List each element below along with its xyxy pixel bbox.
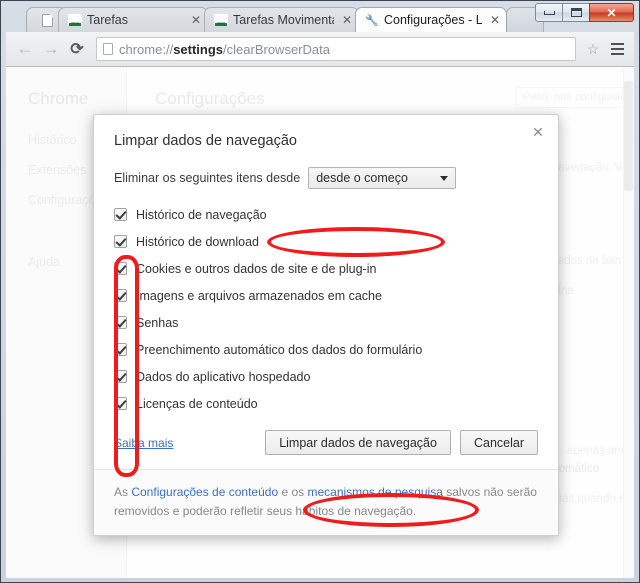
checkbox-icon[interactable] (114, 208, 127, 221)
browser-toolbar: ← → ⟳ chrome://settings/clearBrowserData… (6, 32, 634, 67)
address-bar[interactable]: chrome://settings/clearBrowserData (96, 37, 576, 61)
time-range-value: desde o começo (316, 171, 408, 185)
checkbox-icon[interactable] (114, 235, 127, 248)
close-window-button[interactable]: ✕ (589, 3, 634, 22)
tab-close-icon[interactable]: ✕ (189, 13, 203, 27)
minimize-button[interactable] (535, 3, 563, 22)
address-bar-url: chrome://settings/clearBrowserData (119, 41, 330, 57)
checkbox-label: Preenchimento automático dos dados do fo… (136, 342, 423, 357)
data-type-list: Histórico de navegação Histórico de down… (114, 202, 538, 416)
content-settings-link[interactable]: Configurações de conteúdo (131, 485, 278, 499)
dialog-button-group: Limpar dados de navegação Cancelar (265, 430, 538, 455)
minimize-icon (543, 10, 555, 15)
blank-tab-icon (40, 13, 54, 27)
checkbox-label: Cookies e outros dados de site e de plug… (136, 261, 377, 276)
checkbox-icon[interactable] (114, 289, 127, 302)
wrench-icon: 🔧 (365, 14, 379, 27)
time-range-row: Eliminar os seguintes itens desde desde … (114, 167, 538, 189)
chevron-down-icon (440, 175, 449, 181)
dialog-body: Limpar dados de navegação Eliminar os se… (94, 115, 558, 469)
ifpr-logo-icon: IFPR (68, 13, 82, 27)
clear-browsing-data-dialog: ✕ Limpar dados de navegação Eliminar os … (93, 114, 559, 537)
checkbox-icon[interactable] (114, 397, 127, 410)
tab-tarefas[interactable]: IFPR Tarefas ✕ (58, 7, 208, 32)
checkbox-label: Imagens e arquivos armazenados em cache (136, 288, 382, 303)
checkbox-icon[interactable] (114, 316, 127, 329)
checkbox-row-autofill[interactable]: Preenchimento automático dos dados do fo… (114, 337, 538, 362)
time-range-label: Eliminar os seguintes itens desde (114, 171, 301, 185)
checkbox-label: Histórico de download (136, 234, 259, 249)
search-engines-link[interactable]: mecanismos de pesquisa (307, 485, 442, 499)
close-icon: ✕ (606, 5, 617, 20)
tab-close-icon[interactable]: ✕ (488, 13, 502, 27)
checkbox-label: Licenças de conteúdo (136, 396, 258, 411)
dialog-footer: As Configurações de conteúdo e os mecani… (94, 469, 558, 536)
checkbox-label: Dados do aplicativo hospedado (136, 369, 311, 384)
back-button[interactable]: ← (12, 36, 38, 62)
checkbox-row-passwords[interactable]: Senhas (114, 310, 538, 335)
checkbox-icon[interactable] (114, 370, 127, 383)
tab-tarefas-movimentacao[interactable]: IFPR Tarefas Movimentaç ✕ (204, 7, 359, 32)
settings-page-body: Chrome Histórico Extensões Configurações… (6, 67, 634, 578)
checkbox-icon[interactable] (114, 343, 127, 356)
reload-button[interactable]: ⟳ (64, 36, 90, 62)
footer-text-part1: As (114, 485, 132, 499)
bookmark-star-icon[interactable]: ☆ (582, 41, 604, 58)
tab-label: Tarefas Movimentaç (233, 13, 334, 27)
page-icon (103, 43, 113, 55)
ifpr-logo-icon: IFPR (214, 13, 228, 27)
chrome-menu-icon[interactable] (606, 37, 628, 61)
browser-window: ✕ IFPR Tarefas ✕ IFPR Tarefas Movimentaç… (0, 0, 640, 583)
checkbox-row-download-history[interactable]: Histórico de download (114, 229, 538, 254)
tab-configuracoes[interactable]: 🔧 Configurações - Lim ✕ (355, 7, 507, 32)
tab-label: Tarefas (87, 13, 128, 27)
dialog-actions: Saiba mais Limpar dados de navegação Can… (114, 430, 538, 455)
tab-label: Configurações - Lim (384, 13, 482, 27)
time-range-dropdown[interactable]: desde o começo (308, 167, 457, 189)
learn-more-link[interactable]: Saiba mais (114, 436, 173, 450)
checkbox-row-content-licenses[interactable]: Licenças de conteúdo (114, 391, 538, 416)
checkbox-label: Senhas (136, 315, 179, 330)
checkbox-row-cache[interactable]: Imagens e arquivos armazenados em cache (114, 283, 538, 308)
footer-text-part2: e os (278, 485, 308, 499)
checkbox-label: Histórico de navegação (136, 207, 267, 222)
window-controls: ✕ (535, 3, 634, 22)
checkbox-icon[interactable] (114, 262, 127, 275)
tab-close-icon[interactable]: ✕ (340, 13, 354, 27)
dialog-title: Limpar dados de navegação (114, 133, 297, 149)
cancel-button[interactable]: Cancelar (459, 430, 538, 455)
checkbox-row-cookies[interactable]: Cookies e outros dados de site e de plug… (114, 256, 538, 281)
clear-data-button[interactable]: Limpar dados de navegação (265, 430, 451, 455)
maximize-button[interactable] (562, 3, 590, 22)
forward-button[interactable]: → (38, 36, 64, 62)
settings-page: Chrome Histórico Extensões Configurações… (6, 67, 634, 578)
dialog-close-icon[interactable]: ✕ (530, 124, 546, 140)
checkbox-row-hosted-app-data[interactable]: Dados do aplicativo hospedado (114, 364, 538, 389)
maximize-icon (570, 8, 582, 17)
checkbox-row-browsing-history[interactable]: Histórico de navegação (114, 202, 538, 227)
